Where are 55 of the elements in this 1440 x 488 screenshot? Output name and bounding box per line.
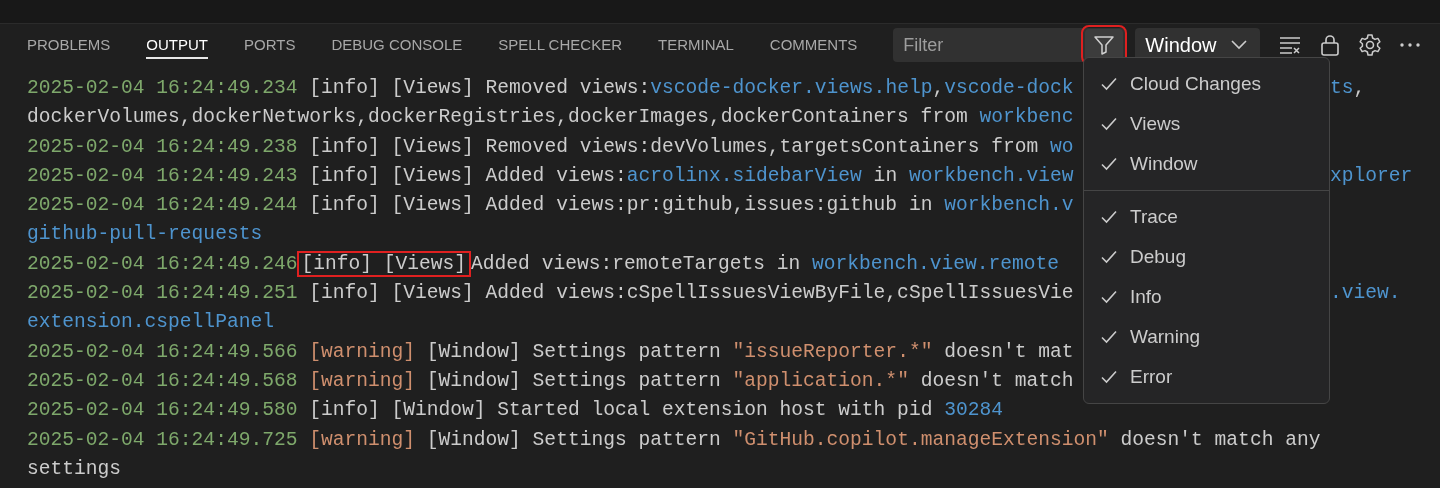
log-link[interactable]: .view. bbox=[1330, 282, 1401, 305]
log-line: dockerVolumes,dockerNetworks,dockerRegistries,dockerImages,dockerContainers from workbenc bbox=[27, 105, 1074, 131]
log-link[interactable]: workbench.view.remote bbox=[812, 252, 1059, 275]
log-link[interactable]: acrolinx.sidebarView bbox=[626, 164, 862, 187]
filter-menu-item[interactable]: Debug bbox=[1084, 237, 1329, 277]
filter-icon bbox=[1093, 34, 1116, 56]
log-line: 2025-02-04 16:24:49.234 [info] [Views] Removed views:vscode-docker.views.help,vscode-dock bbox=[27, 76, 1074, 101]
panel-tab[interactable]: PORTS bbox=[244, 31, 296, 59]
log-link[interactable]: ts bbox=[1330, 77, 1354, 99]
check-icon bbox=[1100, 155, 1118, 173]
panel-tab[interactable]: PROBLEMS bbox=[27, 31, 111, 59]
log-line: ts, bbox=[1330, 76, 1366, 101]
filter-menu-item[interactable]: Error bbox=[1084, 357, 1329, 397]
log-line: 2025-02-04 16:24:49.566 [warning] [Window] Settings pattern "issueReporter.*" doesn't mat bbox=[27, 339, 1074, 365]
panel-tab[interactable]: TERMINAL bbox=[657, 31, 734, 59]
lock-icon[interactable] bbox=[1318, 33, 1342, 57]
check-icon bbox=[1100, 115, 1118, 133]
log-link[interactable]: workbench.v bbox=[944, 194, 1074, 217]
log-line: 2025-02-04 16:24:49.725 [warning] [Window] Settings pattern "GitHub.copilot.manageExtension" doesn't match any bbox=[27, 427, 1321, 453]
panel-tab[interactable]: COMMENTS bbox=[769, 31, 858, 59]
log-link[interactable]: vscode-docker.views.help bbox=[650, 77, 933, 99]
panel-tab[interactable]: SPELL CHECKER bbox=[498, 31, 622, 59]
check-icon bbox=[1100, 248, 1118, 266]
settings-icon[interactable] bbox=[1358, 33, 1382, 57]
log-line: 2025-02-04 16:24:49.246 [info] [Views] Added views:remoteTargets in workbench.view.remote bbox=[27, 251, 1059, 277]
filter-menu-item[interactable]: Warning bbox=[1084, 317, 1329, 357]
filter-menu-item[interactable]: Cloud Changes bbox=[1084, 64, 1329, 104]
log-line: 2025-02-04 16:24:49.580 [info] [Window] Started local extension host with pid 30284 bbox=[27, 398, 1003, 424]
log-line: 2025-02-04 16:24:49.251 [info] [Views] Added views:cSpellIssuesViewByFile,cSpellIssuesVie bbox=[27, 281, 1074, 307]
log-link[interactable]: wo bbox=[1050, 135, 1074, 158]
log-link[interactable]: extension.cspellPanel bbox=[27, 311, 274, 334]
check-icon bbox=[1100, 368, 1118, 386]
log-line: 2025-02-04 16:24:49.243 [info] [Views] Added views:acrolinx.sidebarView in workbench.view bbox=[27, 163, 1074, 189]
filter-menu-item[interactable]: Window bbox=[1084, 144, 1329, 184]
filter-menu-item[interactable]: Info bbox=[1084, 277, 1329, 317]
log-link[interactable]: workbench.view bbox=[908, 164, 1074, 187]
log-link[interactable]: github-pull-requests bbox=[27, 223, 263, 246]
log-link[interactable]: workbenc bbox=[979, 106, 1074, 129]
check-icon bbox=[1100, 328, 1118, 346]
check-icon bbox=[1100, 75, 1118, 93]
panel-tab[interactable]: OUTPUT bbox=[146, 31, 209, 59]
log-line: 2025-02-04 16:24:49.244 [info] [Views] Added views:pr:github,issues:github in workbench.v bbox=[27, 193, 1074, 219]
log-line: settings bbox=[27, 456, 122, 482]
check-icon bbox=[1100, 208, 1118, 226]
check-icon bbox=[1100, 288, 1118, 306]
log-link[interactable]: xplorer bbox=[1330, 164, 1413, 187]
log-line: 2025-02-04 16:24:49.238 [info] [Views] Removed views:devVolumes,targetsContainers from wo bbox=[27, 134, 1074, 160]
filter-menu-item[interactable]: Views bbox=[1084, 104, 1329, 144]
chevron-down-icon bbox=[1230, 39, 1248, 51]
log-link[interactable]: vscode-dock bbox=[944, 77, 1074, 99]
panel-tab[interactable]: DEBUG CONSOLE bbox=[331, 31, 463, 59]
highlighted-text: [info] [Views] bbox=[299, 252, 470, 275]
log-line: 2025-02-04 16:24:49.568 [warning] [Window] Settings pattern "application.*" doesn't match bbox=[27, 368, 1074, 394]
log-link[interactable]: 30284 bbox=[944, 399, 1003, 422]
filter-menu-item[interactable]: Trace bbox=[1084, 197, 1329, 237]
